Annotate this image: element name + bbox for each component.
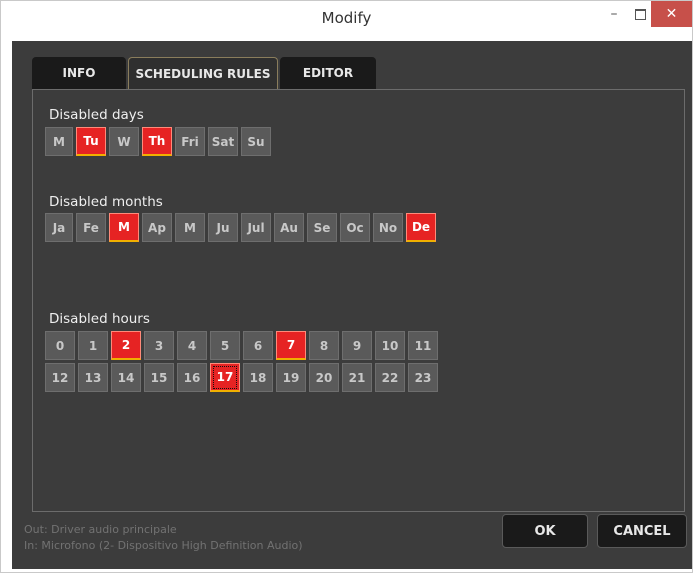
disabled-hours-label: Disabled hours [49, 311, 150, 327]
day-toggle-button-0[interactable]: M [45, 127, 73, 156]
minimize-icon: – [610, 6, 618, 22]
window-title: Modify [321, 9, 372, 27]
tab-scheduling-rules[interactable]: SCHEDULING RULES [128, 57, 278, 89]
disabled-hours-row-2: 12 13 14 15 16 17 18 19 20 21 22 23 [45, 363, 441, 392]
day-toggle-button-3[interactable]: Th [142, 127, 172, 156]
month-toggle-button-8[interactable]: Se [307, 213, 337, 242]
hour-toggle-button-row2-9[interactable]: 21 [342, 363, 372, 392]
cancel-button-label: CANCEL [613, 523, 671, 539]
tab-editor-label: EDITOR [302, 66, 354, 80]
audio-output-text: Out: Driver audio principale [24, 523, 177, 536]
ok-button-label: OK [534, 523, 556, 539]
hour-toggle-button-8[interactable]: 8 [309, 331, 339, 360]
hour-toggle-button-row2-5[interactable]: 17 [210, 363, 240, 392]
day-toggle-button-4[interactable]: Fri [175, 127, 205, 156]
hour-toggle-button-row2-0[interactable]: 12 [45, 363, 75, 392]
maximize-icon [634, 8, 646, 20]
day-toggle-button-6[interactable]: Su [241, 127, 271, 156]
hour-toggle-button-10[interactable]: 10 [375, 331, 405, 360]
tab-bar: INFO SCHEDULING RULES EDITOR [32, 57, 378, 89]
month-toggle-button-10[interactable]: No [373, 213, 403, 242]
cancel-button[interactable]: CANCEL [597, 514, 687, 548]
month-toggle-button-3[interactable]: Ap [142, 213, 172, 242]
hour-toggle-button-2[interactable]: 2 [111, 331, 141, 360]
dialog-body: INFO SCHEDULING RULES EDITOR Disabled da… [12, 41, 692, 569]
day-toggle-button-5[interactable]: Sat [208, 127, 238, 156]
hour-toggle-button-row2-8[interactable]: 20 [309, 363, 339, 392]
scheduling-rules-panel: Disabled days M Tu W Th Fri Sat Su Disabled mo… [32, 89, 685, 512]
hour-toggle-button-1[interactable]: 1 [78, 331, 108, 360]
hour-toggle-button-row2-3[interactable]: 15 [144, 363, 174, 392]
month-toggle-button-5[interactable]: Ju [208, 213, 238, 242]
hour-toggle-button-row2-10[interactable]: 22 [375, 363, 405, 392]
tab-info[interactable]: INFO [32, 57, 126, 89]
close-icon: ✕ [665, 6, 678, 22]
month-toggle-button-4[interactable]: M [175, 213, 205, 242]
month-toggle-button-6[interactable]: Jul [241, 213, 271, 242]
month-toggle-button-7[interactable]: Au [274, 213, 304, 242]
disabled-days-label: Disabled days [49, 107, 144, 123]
day-toggle-button-2[interactable]: W [109, 127, 139, 156]
tab-info-label: INFO [62, 66, 96, 80]
hour-toggle-button-9[interactable]: 9 [342, 331, 372, 360]
ok-button[interactable]: OK [502, 514, 588, 548]
disabled-months-label: Disabled months [49, 194, 163, 210]
disabled-days-buttons: M Tu W Th Fri Sat Su [45, 127, 274, 156]
hour-toggle-button-4[interactable]: 4 [177, 331, 207, 360]
month-toggle-button-0[interactable]: Ja [45, 213, 73, 242]
month-toggle-button-1[interactable]: Fe [76, 213, 106, 242]
hour-toggle-button-5[interactable]: 5 [210, 331, 240, 360]
close-button[interactable]: ✕ [651, 1, 692, 27]
hour-toggle-button-row2-11[interactable]: 23 [408, 363, 438, 392]
maximize-button[interactable] [627, 1, 653, 27]
hour-toggle-button-6[interactable]: 6 [243, 331, 273, 360]
hour-toggle-button-row2-7[interactable]: 19 [276, 363, 306, 392]
month-toggle-button-9[interactable]: Oc [340, 213, 370, 242]
hour-toggle-button-row2-4[interactable]: 16 [177, 363, 207, 392]
audio-info: Out: Driver audio principale In: Microfo… [24, 522, 303, 554]
minimize-button[interactable]: – [601, 1, 627, 27]
audio-input-text: In: Microfono (2- Dispositivo High Defin… [24, 539, 303, 552]
modify-dialog: Modify – ✕ INFO SCHEDULING RULES EDITOR … [0, 0, 693, 573]
tab-editor[interactable]: EDITOR [280, 57, 376, 89]
month-toggle-button-11[interactable]: De [406, 213, 436, 242]
day-toggle-button-1[interactable]: Tu [76, 127, 106, 156]
hour-toggle-button-0[interactable]: 0 [45, 331, 75, 360]
hour-toggle-button-7[interactable]: 7 [276, 331, 306, 360]
hour-toggle-button-row2-1[interactable]: 13 [78, 363, 108, 392]
hour-toggle-button-row2-6[interactable]: 18 [243, 363, 273, 392]
month-toggle-button-2[interactable]: M [109, 213, 139, 242]
disabled-hours-row-1: 0 1 2 3 4 5 6 7 8 9 10 11 [45, 331, 441, 360]
tab-scheduling-rules-label: SCHEDULING RULES [135, 66, 271, 81]
hour-toggle-button-row2-2[interactable]: 14 [111, 363, 141, 392]
hour-toggle-button-11[interactable]: 11 [408, 331, 438, 360]
title-bar[interactable]: Modify – ✕ [1, 1, 692, 37]
hour-toggle-button-3[interactable]: 3 [144, 331, 174, 360]
disabled-months-buttons: Ja Fe M Ap M Ju Jul Au Se Oc No De [45, 213, 439, 242]
